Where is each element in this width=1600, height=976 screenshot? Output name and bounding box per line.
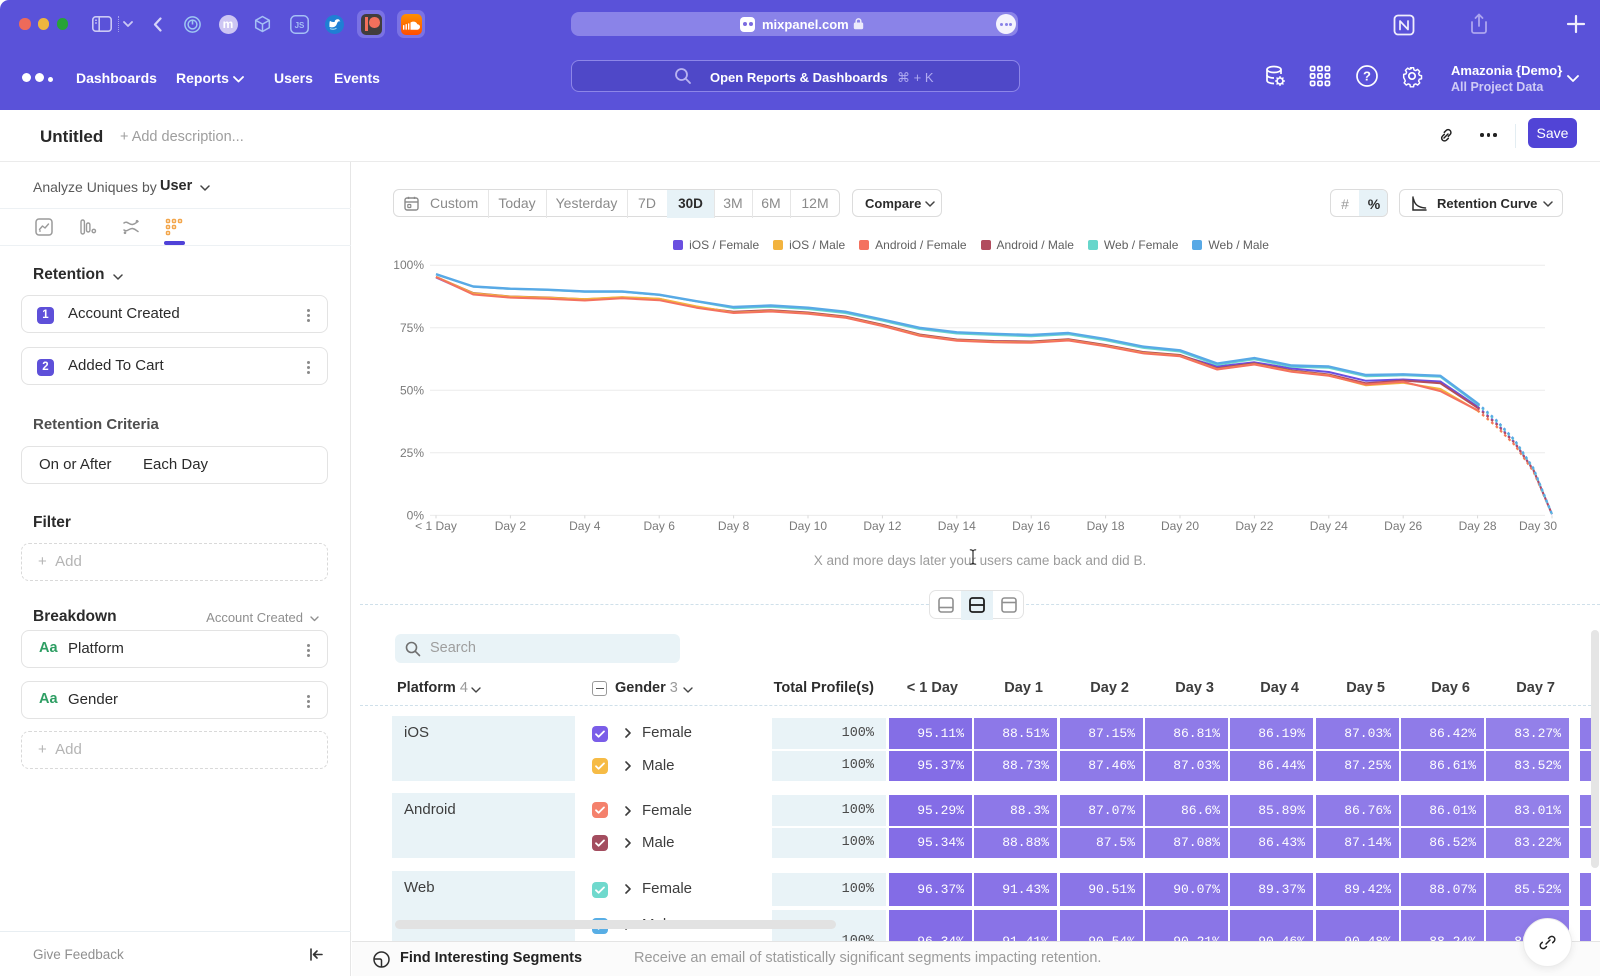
- svg-text:Day 2: Day 2: [495, 519, 527, 533]
- svg-text:Day 28: Day 28: [1459, 519, 1497, 533]
- svg-text:Day 12: Day 12: [863, 519, 901, 533]
- svg-text:Day 4: Day 4: [569, 519, 601, 533]
- svg-text:?: ?: [1363, 69, 1371, 84]
- svg-text:< 1 Day: < 1 Day: [415, 519, 457, 533]
- svg-text:JS: JS: [294, 21, 304, 30]
- svg-text:Day 24: Day 24: [1310, 519, 1348, 533]
- svg-text:Day 6: Day 6: [644, 519, 676, 533]
- svg-text:100%: 100%: [393, 258, 424, 272]
- svg-text:Day 10: Day 10: [789, 519, 827, 533]
- svg-text:Day 18: Day 18: [1087, 519, 1125, 533]
- svg-text:Day 22: Day 22: [1235, 519, 1273, 533]
- svg-text:Day 20: Day 20: [1161, 519, 1199, 533]
- svg-text:Day 16: Day 16: [1012, 519, 1050, 533]
- svg-text:Day 30: Day 30: [1519, 519, 1557, 533]
- svg-text:75%: 75%: [400, 321, 424, 335]
- svg-text:Day 26: Day 26: [1384, 519, 1422, 533]
- svg-text:Day 14: Day 14: [938, 519, 976, 533]
- svg-text:25%: 25%: [400, 446, 424, 460]
- svg-text:50%: 50%: [400, 383, 424, 397]
- svg-text:Day 8: Day 8: [718, 519, 750, 533]
